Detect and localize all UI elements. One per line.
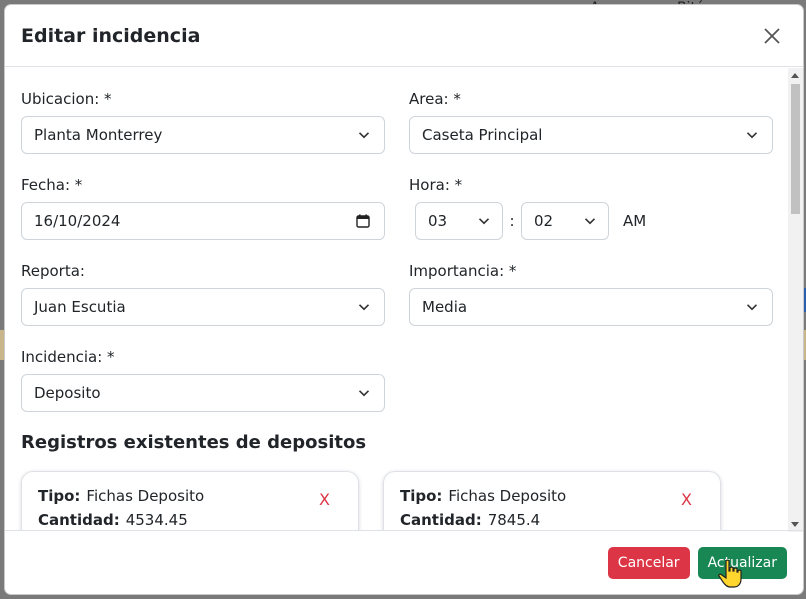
fecha-input[interactable]: 16/10/2024	[21, 202, 385, 240]
cancel-button[interactable]: Cancelar	[607, 546, 690, 579]
deposit-records: Tipo: Fichas Deposito Cantidad: 4534.45 X …	[21, 471, 787, 530]
importancia-label: Importancia: *	[409, 262, 517, 280]
record-tipo-label: Tipo:	[400, 487, 443, 505]
record-tipo-value: Fichas Deposito	[448, 487, 567, 505]
record-cantidad-value: 4534.45	[125, 511, 188, 529]
reporta-label: Reporta:	[21, 262, 85, 280]
chevron-down-icon	[358, 304, 370, 311]
record-cantidad: Cantidad: 4534.45	[38, 508, 342, 530]
area-value: Caseta Principal	[422, 126, 543, 144]
modal-title: Editar incidencia	[21, 24, 201, 47]
remove-record-button[interactable]: X	[319, 490, 330, 509]
hora-controls: 03 : 02 AM	[409, 202, 773, 240]
record-cantidad: Cantidad: 7845.4	[400, 508, 704, 530]
modal-footer: Cancelar Actualizar	[5, 530, 803, 594]
section-title: Registros existentes de depositos	[21, 432, 367, 453]
chevron-down-icon	[358, 390, 370, 397]
chevron-down-icon	[478, 218, 490, 225]
record-tipo: Tipo: Fichas Deposito	[400, 484, 704, 508]
chevron-down-icon	[746, 132, 758, 139]
record-tipo-value: Fichas Deposito	[86, 487, 205, 505]
ampm-label: AM	[623, 212, 647, 230]
chevron-down-icon	[746, 304, 758, 311]
update-button[interactable]: Actualizar	[697, 546, 787, 588]
record-cantidad-value: 7845.4	[487, 511, 541, 529]
record-tipo: Tipo: Fichas Deposito	[38, 484, 342, 508]
scroll-down-icon[interactable]	[791, 522, 799, 527]
hand-pointer-icon	[717, 559, 742, 588]
remove-record-button[interactable]: X	[681, 490, 692, 509]
incidencia-label: Incidencia: *	[21, 348, 115, 366]
reporta-value: Juan Escutia	[34, 298, 126, 316]
ubicacion-label: Ubicacion: *	[21, 90, 112, 108]
minute-value: 02	[534, 212, 554, 230]
ubicacion-select[interactable]: Planta Monterrey	[21, 116, 385, 154]
importancia-value: Media	[422, 298, 468, 316]
deposit-record-card: Tipo: Fichas Deposito Cantidad: 4534.45 X	[21, 471, 359, 530]
hora-label: Hora: *	[409, 176, 463, 194]
modal-body: Ubicacion: * Planta Monterrey Area: * Ca…	[5, 68, 803, 530]
fecha-label: Fecha: *	[21, 176, 83, 194]
chevron-down-icon	[358, 132, 370, 139]
record-cantidad-label: Cantidad:	[400, 511, 482, 529]
ubicacion-value: Planta Monterrey	[34, 126, 163, 144]
close-icon	[764, 27, 780, 44]
hour-value: 03	[428, 212, 448, 230]
close-button[interactable]	[757, 21, 787, 51]
deposit-record-card: Tipo: Fichas Deposito Cantidad: 7845.4 X	[383, 471, 721, 530]
time-separator: :	[509, 212, 515, 230]
calendar-icon[interactable]	[356, 214, 370, 228]
scroll-thumb[interactable]	[791, 84, 800, 214]
minute-select[interactable]: 02	[521, 202, 609, 240]
record-cantidad-label: Cantidad:	[38, 511, 120, 529]
chevron-down-icon	[584, 218, 596, 225]
hour-select[interactable]: 03	[415, 202, 503, 240]
scroll-up-icon[interactable]	[791, 73, 799, 78]
incidencia-value: Deposito	[34, 384, 101, 402]
record-tipo-label: Tipo:	[38, 487, 81, 505]
modal-scrollbar[interactable]	[788, 68, 803, 532]
edit-incident-modal: Editar incidencia Ubicacion: * Planta Mo…	[4, 4, 804, 595]
area-select[interactable]: Caseta Principal	[409, 116, 773, 154]
modal-header: Editar incidencia	[5, 5, 803, 67]
area-label: Area: *	[409, 90, 461, 108]
reporta-select[interactable]: Juan Escutia	[21, 288, 385, 326]
incidencia-select[interactable]: Deposito	[21, 374, 385, 412]
importancia-select[interactable]: Media	[409, 288, 773, 326]
fecha-value: 16/10/2024	[34, 212, 121, 230]
